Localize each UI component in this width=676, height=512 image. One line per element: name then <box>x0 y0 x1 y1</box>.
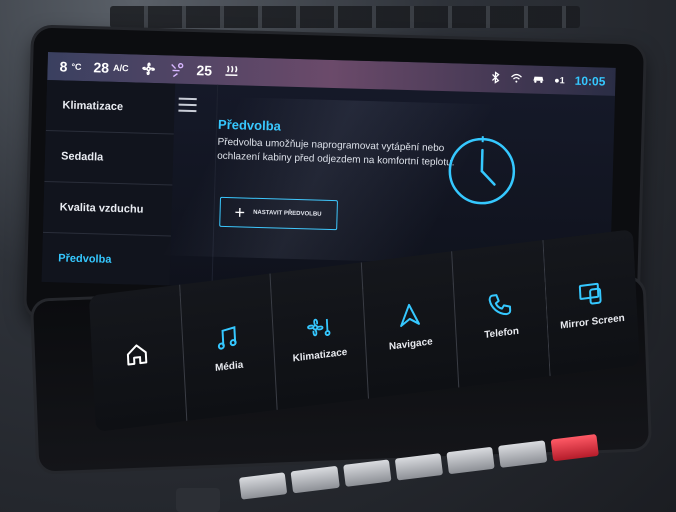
shortcut-mirror-screen[interactable]: Mirror Screen <box>541 229 640 377</box>
plus-icon: + <box>234 201 246 223</box>
fan-icon[interactable] <box>140 61 156 77</box>
signal-icon: ●1 <box>554 75 565 86</box>
airflow-icon[interactable] <box>168 61 184 78</box>
sidebar-divider <box>211 84 219 287</box>
phone-icon <box>488 293 512 315</box>
set-preset-button[interactable]: + NASTAVIT PŘEDVOLBU <box>219 196 338 231</box>
page-title: Předvolba <box>217 116 282 134</box>
temp-left[interactable]: 8 °C <box>59 58 81 75</box>
air-vent <box>110 6 580 28</box>
home-icon <box>127 344 148 366</box>
clock-time: 10:05 <box>574 73 606 89</box>
sidebar-item-predvolba[interactable]: Předvolba <box>42 233 171 287</box>
mirror-screen-icon <box>578 282 602 305</box>
clock-icon <box>444 133 520 209</box>
shortcut-navigation[interactable]: Navigace <box>360 251 459 399</box>
preset-description: Předvolba umožňuje naprogramovat vytápěn… <box>217 136 455 169</box>
car-icon <box>532 73 544 87</box>
volume-knob[interactable] <box>176 488 220 512</box>
seat-heat-icon[interactable] <box>224 64 238 78</box>
sidebar-item-kvalita-vzduchu[interactable]: Kvalita vzduchu <box>42 181 173 237</box>
sidebar-item-sedadla[interactable]: Sedadla <box>44 130 174 186</box>
climate-icon <box>307 318 331 336</box>
shortcut-climate[interactable]: Klimatizace <box>269 262 368 410</box>
shortcut-phone[interactable]: Telefon <box>451 240 550 388</box>
climate-sidebar: Klimatizace Sedadla Kvalita vzduchu Před… <box>41 79 176 287</box>
sidebar-item-klimatizace[interactable]: Klimatizace <box>45 79 176 135</box>
fan-level[interactable]: 28 A/C <box>93 59 129 76</box>
hamburger-menu-icon[interactable] <box>178 97 197 113</box>
shortcut-home[interactable] <box>88 284 186 432</box>
music-icon <box>217 325 237 350</box>
navigation-icon <box>399 303 420 327</box>
temp-right[interactable]: 25 <box>196 62 212 78</box>
preset-panel: Předvolba Předvolba umožňuje naprogramov… <box>217 117 458 171</box>
wifi-icon <box>510 72 522 86</box>
shortcut-media[interactable]: Média <box>178 273 277 421</box>
bluetooth-icon <box>490 70 500 86</box>
